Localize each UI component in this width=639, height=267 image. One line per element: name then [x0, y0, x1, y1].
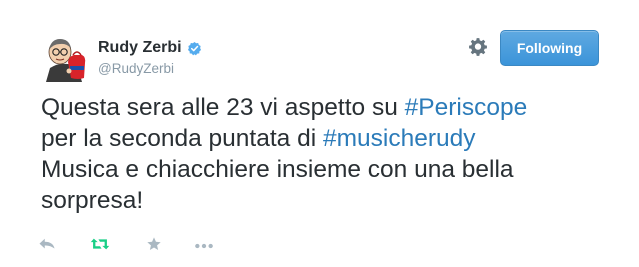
- tweet-actions: [38, 236, 238, 256]
- reply-button[interactable]: [38, 236, 56, 256]
- tweet-text-segment: Musica e chiacchiere insieme con una bel…: [41, 156, 514, 214]
- more-icon: [194, 237, 214, 255]
- retweet-button[interactable]: [90, 236, 110, 256]
- more-button[interactable]: [194, 236, 214, 256]
- tweet-text: Questa sera alle 23 vi aspetto su #Peris…: [41, 92, 601, 216]
- display-name[interactable]: Rudy Zerbi: [98, 38, 182, 58]
- avatar-image: [38, 30, 90, 82]
- avatar[interactable]: [38, 30, 90, 82]
- favorite-button[interactable]: [146, 236, 162, 256]
- hashtag-musicherudy[interactable]: #musicherudy: [323, 125, 476, 152]
- user-handle[interactable]: @RudyZerbi: [98, 61, 174, 77]
- name-row: Rudy Zerbi: [98, 38, 202, 58]
- reply-icon: [38, 236, 56, 257]
- favorite-icon: [146, 236, 162, 257]
- gear-icon[interactable]: [468, 37, 488, 57]
- tweet-text-segment: Questa sera alle 23 vi aspetto su: [41, 94, 405, 121]
- retweet-icon: [90, 236, 110, 257]
- hashtag-periscope[interactable]: #Periscope: [405, 94, 528, 121]
- tweet-card: Rudy Zerbi @RudyZerbi Following Questa s…: [0, 0, 639, 267]
- following-button[interactable]: Following: [500, 30, 599, 66]
- verified-badge-icon: [187, 41, 202, 56]
- tweet-text-segment: per la seconda puntata di: [41, 125, 323, 152]
